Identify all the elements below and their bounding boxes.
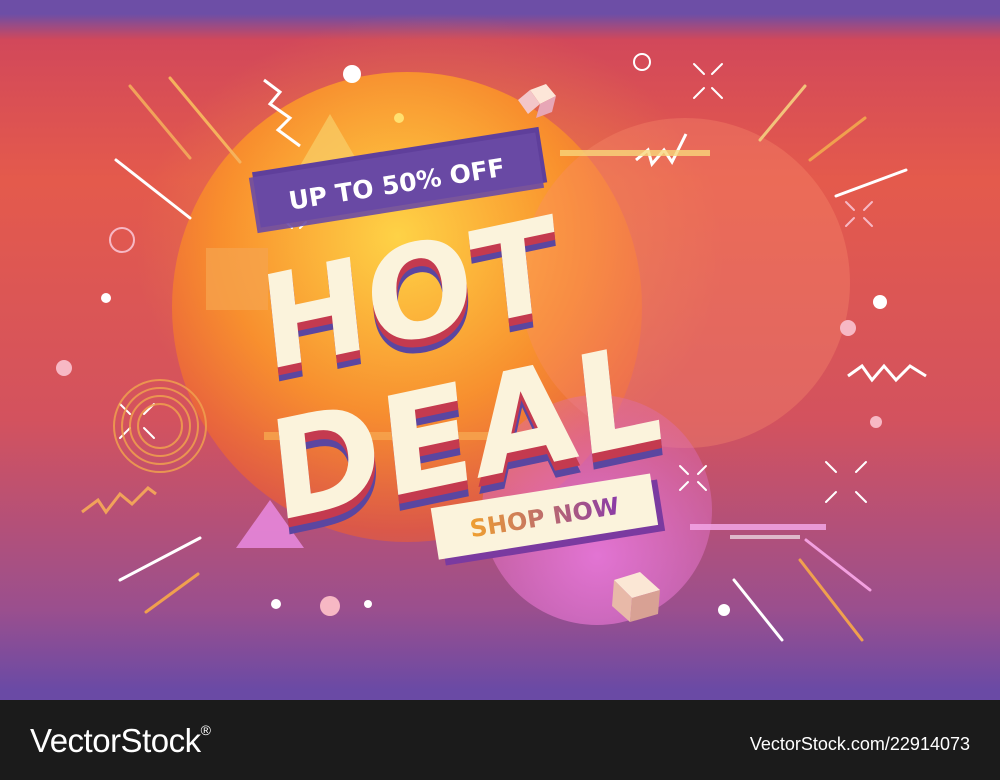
hot-deal-banner: UP TO 50% OFF HOT HOT HOT DEAL DEAL DEAL… bbox=[0, 0, 1000, 700]
headline-group: UP TO 50% OFF HOT HOT HOT DEAL DEAL DEAL… bbox=[248, 126, 670, 570]
registered-mark: ® bbox=[200, 722, 211, 738]
watermark-footer: VectorStock® VectorStock.com/22914073 bbox=[0, 700, 1000, 780]
image-id: VectorStock.com/22914073 bbox=[749, 734, 970, 754]
brand-logo: VectorStock® bbox=[30, 722, 211, 760]
stock-image-preview: UP TO 50% OFF HOT HOT HOT DEAL DEAL DEAL… bbox=[0, 0, 1000, 780]
brand-name: VectorStock bbox=[30, 722, 201, 759]
